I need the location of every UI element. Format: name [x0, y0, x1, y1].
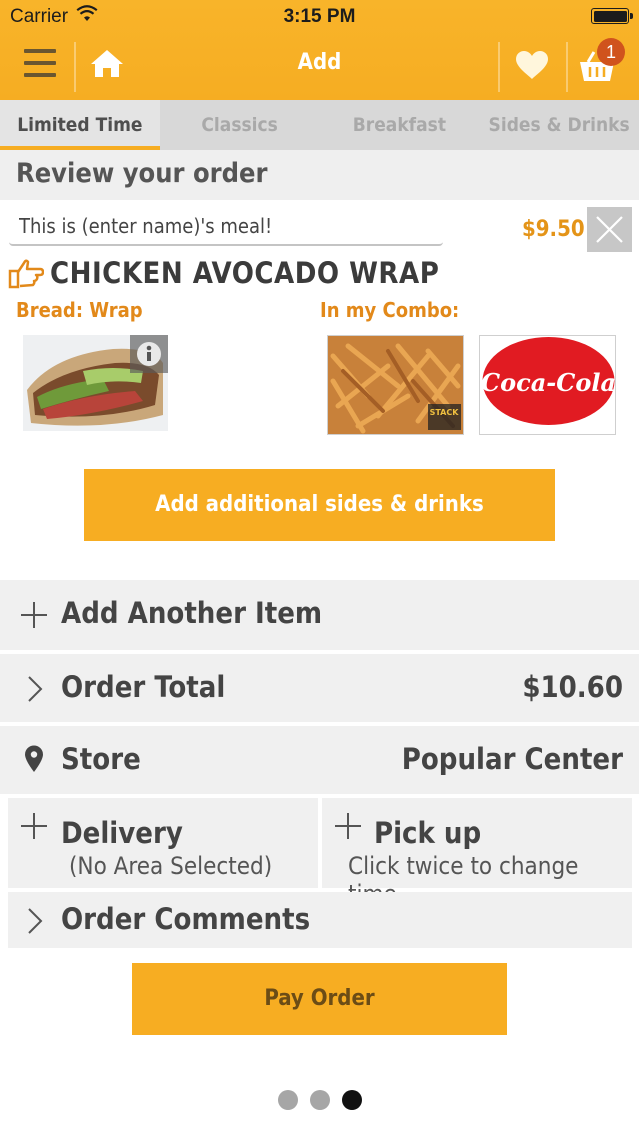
- divider: [566, 42, 568, 92]
- clock: 3:15 PM: [283, 6, 356, 27]
- add-another-item-row[interactable]: Add Another Item: [0, 580, 639, 650]
- order-total-label: Order Total: [61, 670, 226, 704]
- order-total-value: $10.60: [522, 670, 623, 704]
- delivery-label: Delivery: [61, 816, 183, 850]
- location-pin-icon: [25, 745, 43, 772]
- pickup-option[interactable]: Pick up Click twice to change time: [322, 798, 632, 908]
- store-row[interactable]: Store Popular Center: [0, 726, 639, 794]
- order-comments-row[interactable]: Order Comments: [8, 892, 632, 948]
- page-dot-3[interactable]: [341, 1090, 362, 1110]
- item-name: CHICKEN AVOCADO WRAP: [50, 256, 440, 290]
- pay-order-button[interactable]: Pay Order: [132, 963, 507, 1035]
- plus-icon: [21, 813, 47, 839]
- close-icon: [596, 216, 623, 243]
- pickup-label: Pick up: [374, 816, 482, 850]
- combo-fries[interactable]: STACK: [327, 335, 464, 435]
- wrap-image[interactable]: [23, 335, 168, 431]
- add-sides-drinks-button[interactable]: Add additional sides & drinks: [84, 469, 555, 541]
- delivery-area: (No Area Selected): [69, 852, 273, 880]
- coca-cola-image: Coca-Cola: [480, 336, 616, 434]
- info-icon: [137, 342, 161, 366]
- fries-image: STACK: [328, 336, 463, 434]
- top-bar: Carrier 3:15 PM Add 1: [0, 0, 639, 100]
- review-title: Review your order: [16, 158, 268, 189]
- meal-name-input[interactable]: [9, 208, 443, 246]
- add-another-item-label: Add Another Item: [61, 596, 323, 630]
- divider: [498, 42, 500, 92]
- chevron-right-icon: [28, 676, 43, 702]
- heart-icon[interactable]: [515, 50, 549, 80]
- fries-brand-text: STACK: [430, 408, 460, 417]
- tab-limited-time[interactable]: Limited Time: [0, 100, 160, 150]
- page-dot-1[interactable]: [277, 1090, 298, 1110]
- store-value: Popular Center: [401, 742, 623, 776]
- bread-label: Bread: Wrap: [16, 298, 143, 322]
- nav-bar: Add 1: [0, 32, 639, 100]
- item-title-row: CHICKEN AVOCADO WRAP: [8, 256, 439, 290]
- page-dot-2[interactable]: [309, 1090, 330, 1110]
- order-comments-label: Order Comments: [61, 902, 311, 936]
- combo-drink[interactable]: Coca-Cola: [479, 335, 616, 435]
- remove-item-button[interactable]: [587, 207, 632, 252]
- plus-icon: [21, 602, 47, 628]
- category-tabs: Limited Time Classics Breakfast Sides & …: [0, 100, 639, 150]
- delivery-option[interactable]: Delivery (No Area Selected): [8, 798, 318, 888]
- info-button[interactable]: [130, 335, 168, 373]
- plus-icon: [335, 813, 361, 839]
- item-price: $9.50: [522, 217, 585, 242]
- pointing-hand-icon: [8, 259, 44, 289]
- tab-classics[interactable]: Classics: [160, 100, 320, 150]
- page-indicator: [0, 1090, 639, 1110]
- battery-icon: [591, 8, 633, 24]
- chevron-right-icon: [28, 908, 43, 934]
- combo-label: In my Combo:: [320, 298, 460, 322]
- coca-cola-logo-text: Coca-Cola: [481, 368, 616, 397]
- cart-count-badge: 1: [597, 38, 625, 66]
- order-total-row[interactable]: Order Total $10.60: [0, 654, 639, 722]
- tab-sides-drinks[interactable]: Sides & Drinks: [479, 100, 639, 150]
- status-bar: Carrier 3:15 PM: [0, 0, 639, 32]
- store-label: Store: [61, 742, 141, 776]
- tab-breakfast[interactable]: Breakfast: [320, 100, 480, 150]
